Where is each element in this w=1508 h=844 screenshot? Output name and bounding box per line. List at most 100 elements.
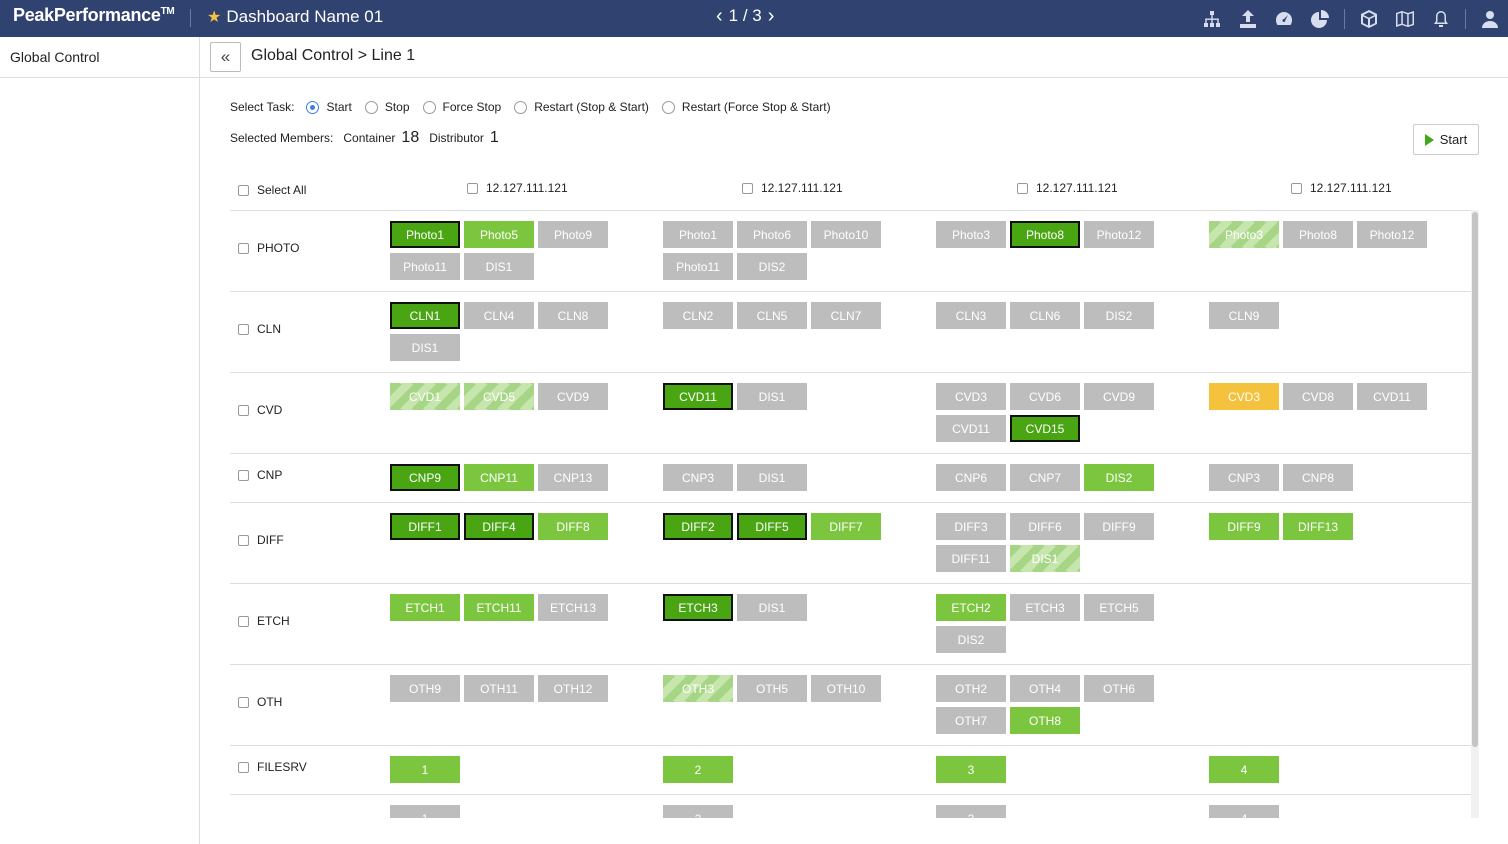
row-checkbox[interactable]	[238, 761, 249, 773]
member-chip[interactable]: Photo11	[390, 253, 460, 280]
member-chip[interactable]: DIFF9	[1084, 513, 1154, 540]
member-chip[interactable]: DIFF4	[464, 513, 534, 540]
row-label[interactable]: DIFF	[238, 533, 284, 547]
bell-icon[interactable]	[1423, 0, 1459, 37]
member-chip[interactable]: CNP8	[1283, 464, 1353, 491]
member-chip[interactable]: OTH4	[1010, 675, 1080, 702]
member-chip[interactable]: OTH6	[1084, 675, 1154, 702]
member-chip[interactable]: CNP3	[1209, 464, 1279, 491]
row-checkbox[interactable]	[238, 242, 249, 254]
member-chip[interactable]: CLN4	[464, 302, 534, 329]
member-chip[interactable]: OTH2	[936, 675, 1006, 702]
member-chip[interactable]: Photo9	[538, 221, 608, 248]
member-chip[interactable]: CLN1	[390, 302, 460, 329]
member-chip[interactable]: ETCH3	[663, 594, 733, 621]
member-chip[interactable]: DIS2	[1084, 302, 1154, 329]
member-chip[interactable]: Photo6	[737, 221, 807, 248]
dashboard-title[interactable]: ★ Dashboard Name 01	[207, 7, 383, 27]
member-chip[interactable]: DIS1	[737, 594, 807, 621]
member-chip[interactable]: ETCH11	[464, 594, 534, 621]
member-chip[interactable]: CNP6	[936, 464, 1006, 491]
row-label[interactable]: CNP	[238, 468, 282, 482]
member-chip[interactable]: ETCH5	[1084, 594, 1154, 621]
member-chip[interactable]: 4	[1209, 756, 1279, 783]
member-chip[interactable]: Photo12	[1357, 221, 1427, 248]
member-chip[interactable]: DIS2	[1084, 464, 1154, 491]
upload-icon[interactable]	[1230, 0, 1266, 37]
row-checkbox[interactable]	[238, 469, 249, 481]
hierarchy-icon[interactable]	[1194, 0, 1230, 37]
member-chip[interactable]: CVD1	[390, 383, 460, 410]
member-chip[interactable]: Photo3	[1209, 221, 1279, 248]
chevron-right-icon[interactable]: ›	[768, 6, 775, 26]
member-chip[interactable]: CLN6	[1010, 302, 1080, 329]
cube-icon[interactable]	[1351, 0, 1387, 37]
member-chip[interactable]: Photo1	[390, 221, 460, 248]
row-label[interactable]: PHOTO	[238, 241, 299, 255]
member-chip[interactable]: Photo10	[811, 221, 881, 248]
member-chip[interactable]: CVD3	[1209, 383, 1279, 410]
member-chip[interactable]: 1	[390, 756, 460, 783]
task-option-force-stop[interactable]: Force Stop	[422, 100, 501, 114]
member-chip[interactable]: ETCH3	[1010, 594, 1080, 621]
member-chip[interactable]: CVD6	[1010, 383, 1080, 410]
member-chip[interactable]: CVD3	[936, 383, 1006, 410]
member-chip[interactable]: OTH3	[663, 675, 733, 702]
start-button[interactable]: Start	[1413, 124, 1479, 155]
dashboard-gauge-icon[interactable]	[1266, 0, 1302, 37]
member-chip[interactable]: Photo5	[464, 221, 534, 248]
column-header[interactable]: 12.127.111.121	[1017, 181, 1118, 195]
member-chip[interactable]: CVD11	[1357, 383, 1427, 410]
member-chip[interactable]: Photo1	[663, 221, 733, 248]
map-icon[interactable]	[1387, 0, 1423, 37]
task-option-restart-force[interactable]: Restart (Force Stop & Start)	[661, 100, 831, 114]
member-chip[interactable]: CNP9	[390, 464, 460, 491]
member-chip[interactable]: CVD8	[1283, 383, 1353, 410]
member-chip[interactable]: ETCH13	[538, 594, 608, 621]
member-chip[interactable]: OTH8	[1010, 707, 1080, 734]
row-label[interactable]: FILESRV	[238, 760, 307, 774]
member-chip[interactable]: CNP3	[663, 464, 733, 491]
user-icon[interactable]	[1472, 0, 1508, 37]
chevron-left-icon[interactable]: ‹	[716, 6, 723, 26]
member-chip[interactable]: DIS1	[464, 253, 534, 280]
row-checkbox[interactable]	[238, 404, 249, 416]
column-header[interactable]: 12.127.111.121	[1291, 181, 1392, 195]
member-chip[interactable]: Photo11	[663, 253, 733, 280]
row-checkbox[interactable]	[238, 615, 249, 627]
select-all[interactable]: Select All	[238, 183, 306, 197]
member-chip[interactable]: CNP13	[538, 464, 608, 491]
member-chip[interactable]: DIS2	[936, 626, 1006, 653]
member-chip[interactable]: CNP7	[1010, 464, 1080, 491]
collapse-sidebar-button[interactable]: «	[210, 42, 241, 72]
member-chip[interactable]: OTH5	[737, 675, 807, 702]
member-chip[interactable]: CLN3	[936, 302, 1006, 329]
member-chip[interactable]: Photo12	[1084, 221, 1154, 248]
task-option-restart[interactable]: Restart (Stop & Start)	[514, 100, 649, 114]
select-all-checkbox[interactable]	[238, 184, 249, 196]
row-label[interactable]: CVD	[238, 403, 282, 417]
member-chip[interactable]: DIFF5	[737, 513, 807, 540]
member-chip[interactable]: DIS1	[390, 334, 460, 361]
member-chip[interactable]: CLN5	[737, 302, 807, 329]
member-chip[interactable]: 4	[1209, 805, 1279, 818]
member-chip[interactable]: DIFF11	[936, 545, 1006, 572]
task-option-stop[interactable]: Stop	[364, 100, 410, 114]
row-label[interactable]: ETCH	[238, 614, 290, 628]
member-chip[interactable]: Photo3	[936, 221, 1006, 248]
member-chip[interactable]: OTH7	[936, 707, 1006, 734]
member-chip[interactable]: CLN8	[538, 302, 608, 329]
member-chip[interactable]: DIFF2	[663, 513, 733, 540]
task-option-start[interactable]: Start	[306, 100, 352, 114]
member-chip[interactable]: CVD11	[936, 415, 1006, 442]
member-chip[interactable]: Photo8	[1010, 221, 1080, 248]
brand-logo[interactable]: PeakPerformanceTM	[13, 5, 175, 26]
column-header[interactable]: 12.127.111.121	[742, 181, 843, 195]
column-checkbox[interactable]	[1017, 182, 1028, 194]
member-chip[interactable]: DIFF6	[1010, 513, 1080, 540]
pie-chart-icon[interactable]	[1302, 0, 1338, 37]
member-chip[interactable]: OTH11	[464, 675, 534, 702]
member-chip[interactable]: DIFF3	[936, 513, 1006, 540]
row-label[interactable]: CLN	[238, 322, 281, 336]
column-checkbox[interactable]	[742, 182, 753, 194]
